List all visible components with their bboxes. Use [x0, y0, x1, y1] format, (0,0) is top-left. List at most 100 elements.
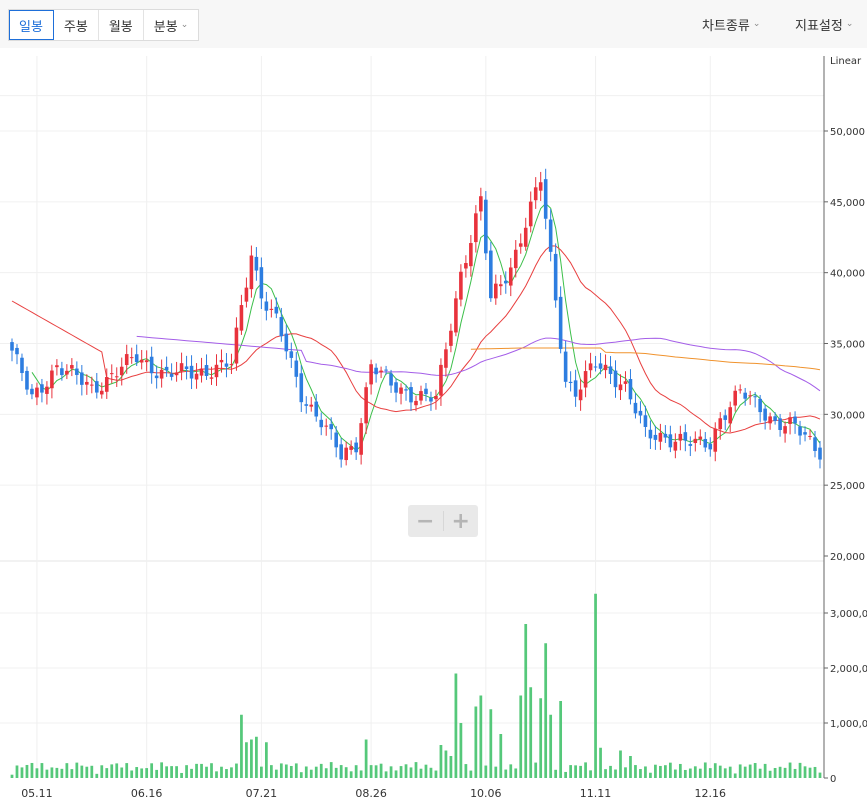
volume-tick-label: 2,000,00	[830, 664, 867, 675]
volume-bar	[698, 768, 702, 778]
candle-body	[608, 366, 613, 374]
volume-bar	[25, 764, 29, 778]
volume-bar	[235, 763, 238, 778]
volume-bar	[534, 762, 538, 778]
volume-bar	[379, 763, 383, 778]
candle-body	[449, 330, 453, 346]
volume-bar	[314, 766, 318, 778]
candle-body	[603, 364, 608, 371]
volume-bar	[135, 767, 139, 778]
volume-bar	[668, 762, 672, 778]
candle-body	[414, 400, 418, 406]
candle-body	[419, 391, 423, 401]
volume-bar	[489, 709, 493, 778]
volume-bar	[175, 766, 178, 778]
period-tab-daily[interactable]: 일봉	[9, 10, 54, 40]
volume-bar	[354, 765, 358, 778]
x-tick-label: 10.06	[470, 787, 502, 800]
volume-bar	[778, 766, 782, 778]
volume-tick-label: 1,000,00	[830, 719, 867, 730]
volume-bar	[394, 770, 398, 778]
candle-body	[598, 363, 603, 369]
volume-bar	[758, 768, 762, 778]
volume-bar	[544, 643, 548, 778]
volume-bar	[688, 768, 692, 778]
volume-bar	[619, 750, 622, 778]
candle-body	[508, 267, 513, 286]
candle-body	[279, 317, 284, 337]
volume-bar	[703, 762, 707, 778]
candle-body	[149, 356, 154, 374]
volume-bar	[419, 768, 423, 778]
y-tick-label: 20,000	[830, 552, 865, 563]
period-tab-minute[interactable]: 분봉 ⌄	[144, 10, 198, 40]
volume-bar	[624, 767, 627, 778]
volume-bar	[10, 774, 14, 778]
volume-bar	[324, 768, 328, 778]
candle-body	[459, 271, 463, 300]
candle-body	[444, 349, 448, 368]
chart-type-menu[interactable]: 차트종류 ⌄	[702, 9, 760, 39]
candle-body	[489, 250, 493, 299]
volume-bar	[30, 762, 34, 778]
volume-bar	[609, 765, 612, 778]
volume-bar	[723, 768, 727, 778]
candle-body	[20, 357, 24, 374]
candle-body	[304, 404, 309, 406]
candle-body	[104, 377, 109, 392]
candle-body	[703, 438, 708, 448]
x-tick-label: 12.16	[695, 787, 727, 800]
candle-body	[538, 182, 543, 191]
candle-body	[364, 387, 368, 424]
axes: Linear 50,000 45,000 40,000 35,000 30,000 25,0…	[21, 56, 867, 800]
candle-body	[99, 390, 104, 395]
candle-body	[314, 401, 319, 417]
candle-body	[10, 342, 14, 351]
candle-body	[474, 213, 478, 243]
candle-body	[219, 359, 224, 363]
candle-body	[494, 283, 498, 299]
candle-body	[588, 363, 593, 371]
candle-body	[339, 444, 343, 460]
volume-bar	[414, 762, 418, 778]
candle-body	[613, 370, 618, 388]
stock-chart[interactable]: Linear 50,000 45,000 40,000 35,000 30,000 25,0…	[0, 48, 867, 803]
volume-bar	[509, 764, 513, 778]
volume-bar	[683, 769, 687, 778]
candle-body	[743, 392, 747, 399]
candle-body	[60, 368, 64, 376]
ma120-line	[470, 347, 821, 371]
candle-body	[563, 351, 568, 382]
volume-bar	[569, 765, 572, 778]
candle-body	[259, 267, 264, 299]
volume-bar	[813, 766, 817, 778]
volume-bar	[60, 768, 64, 778]
candle-body	[369, 364, 373, 385]
candle-body	[723, 415, 728, 420]
indicator-settings-menu[interactable]: 지표설정 ⌄	[795, 9, 853, 39]
volume-bar	[245, 742, 248, 778]
volume-bar	[599, 747, 602, 778]
candle-body	[643, 415, 648, 427]
candle-body	[354, 442, 358, 453]
volume-bar	[145, 768, 149, 778]
period-tab-weekly[interactable]: 주봉	[54, 10, 99, 40]
candle-body	[469, 243, 473, 267]
volume-bar	[364, 739, 368, 778]
volume-bar	[464, 764, 468, 778]
volume-bar	[564, 771, 568, 778]
candle-body	[668, 434, 673, 448]
volume-bar	[50, 767, 54, 778]
candle-body	[169, 373, 174, 377]
period-tab-monthly[interactable]: 월봉	[99, 10, 144, 40]
candle-body	[154, 375, 159, 379]
candle-body	[289, 351, 294, 358]
volume-bar	[359, 770, 363, 778]
zoom-out-button[interactable]: −	[408, 505, 443, 537]
candle-body	[623, 381, 628, 384]
chevron-down-icon: ⌄	[180, 20, 189, 30]
volume-bar	[250, 739, 253, 778]
zoom-in-button[interactable]: +	[444, 505, 479, 537]
volume-bar	[549, 714, 553, 778]
candle-body	[384, 369, 388, 371]
